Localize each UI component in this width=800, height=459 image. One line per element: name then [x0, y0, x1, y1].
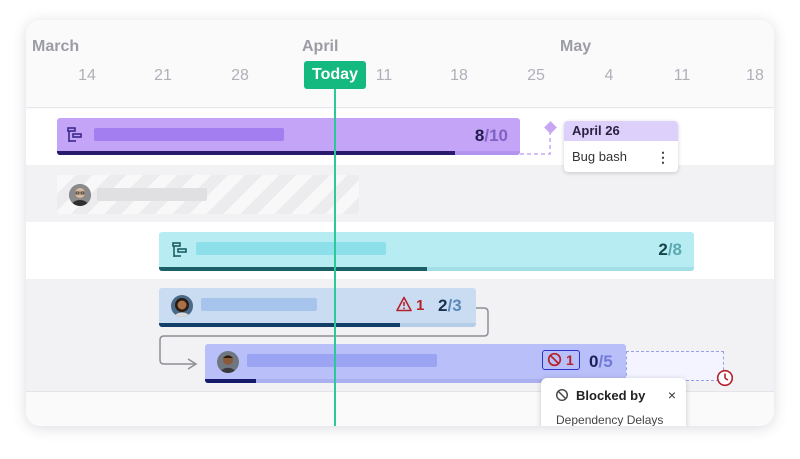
title-placeholder — [247, 354, 437, 367]
placeholder-bar[interactable] — [57, 175, 359, 214]
kebab-menu-icon[interactable]: ⋮ — [656, 149, 670, 166]
avatar-man — [217, 351, 239, 373]
day-label: 4 — [604, 67, 614, 84]
day-label: 14 — [78, 67, 96, 84]
epic-bar-1[interactable]: 8/10 — [57, 118, 520, 155]
blocked-icon — [555, 388, 569, 402]
day-label: 18 — [746, 67, 764, 84]
milestone-date: April 26 — [564, 121, 678, 141]
month-may: May — [560, 38, 592, 55]
day-label: 11 — [673, 67, 691, 84]
day-label: 28 — [231, 67, 249, 84]
clock-icon[interactable] — [716, 369, 734, 387]
day-label: 21 — [154, 67, 172, 84]
popup-detail[interactable]: Dependency Delays — [556, 413, 663, 426]
day-label: 25 — [527, 67, 545, 84]
milestone-card[interactable]: April 26 Bug bash ⋮ — [564, 121, 678, 172]
timeline-header: March April May 14 21 28 11 18 25 4 11 1… — [26, 20, 774, 108]
roadmap-icon — [67, 127, 82, 142]
blocked-popup: Blocked by × Dependency Delays — [541, 378, 686, 426]
title-placeholder — [94, 128, 284, 141]
today-line — [334, 80, 336, 426]
avatar-man-glasses — [69, 184, 91, 206]
day-label: 11 — [375, 67, 393, 84]
progress-fill — [205, 379, 256, 383]
done-count: 2 — [658, 240, 668, 259]
total-count: /8 — [667, 240, 682, 259]
blocked-icon — [547, 352, 562, 367]
month-march: March — [32, 38, 80, 55]
blocked-count: 1 — [566, 352, 574, 368]
title-placeholder — [196, 242, 386, 255]
today-badge[interactable]: Today — [304, 61, 366, 89]
progress-count: 2/8 — [658, 240, 682, 260]
done-count: 8 — [474, 126, 485, 145]
progress-fill — [57, 151, 456, 155]
close-icon[interactable]: × — [668, 387, 676, 403]
title-placeholder — [97, 188, 207, 201]
progress-fill — [159, 267, 427, 271]
roadmap-icon — [172, 242, 187, 257]
day-label: 18 — [450, 67, 468, 84]
milestone-connector — [520, 126, 551, 155]
epic-bar-2[interactable]: 2/8 — [159, 232, 694, 271]
month-april: April — [302, 38, 339, 55]
progress-count: 0/5 — [589, 352, 613, 372]
popup-title: Blocked by — [576, 388, 646, 403]
progress-count: 8/10 — [475, 126, 508, 146]
total-count: /5 — [598, 352, 613, 371]
overdue-extension — [626, 351, 724, 381]
timeline-card: March April May 14 21 28 11 18 25 4 11 1… — [26, 20, 774, 426]
total-count: /10 — [484, 126, 508, 145]
blocked-badge[interactable]: 1 — [542, 350, 580, 370]
